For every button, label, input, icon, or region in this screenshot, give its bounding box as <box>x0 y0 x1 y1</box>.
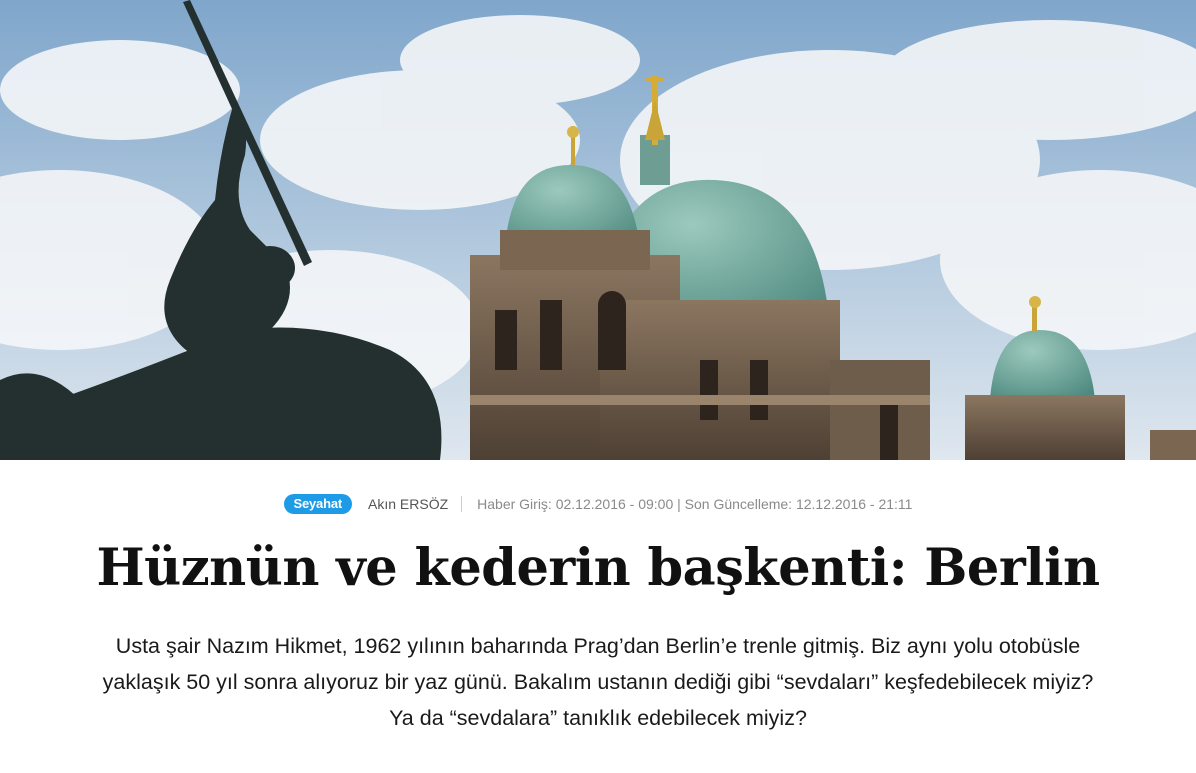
article-meta: Seyahat Akın ERSÖZ Haber Giriş: 02.12.20… <box>0 494 1196 514</box>
author-link[interactable]: Akın ERSÖZ <box>368 496 448 512</box>
article-lead: Usta şair Nazım Hikmet, 1962 yılının bah… <box>102 634 1094 730</box>
hero-image <box>0 0 1196 460</box>
berlin-cathedral-illustration <box>0 0 1196 460</box>
meta-divider <box>461 496 463 512</box>
article-title: Hüznün ve kederin başkenti: Berlin <box>96 538 1100 598</box>
category-badge[interactable]: Seyahat <box>283 494 352 514</box>
publish-dates: Haber Giriş: 02.12.2016 - 09:00 | Son Gü… <box>477 496 913 512</box>
